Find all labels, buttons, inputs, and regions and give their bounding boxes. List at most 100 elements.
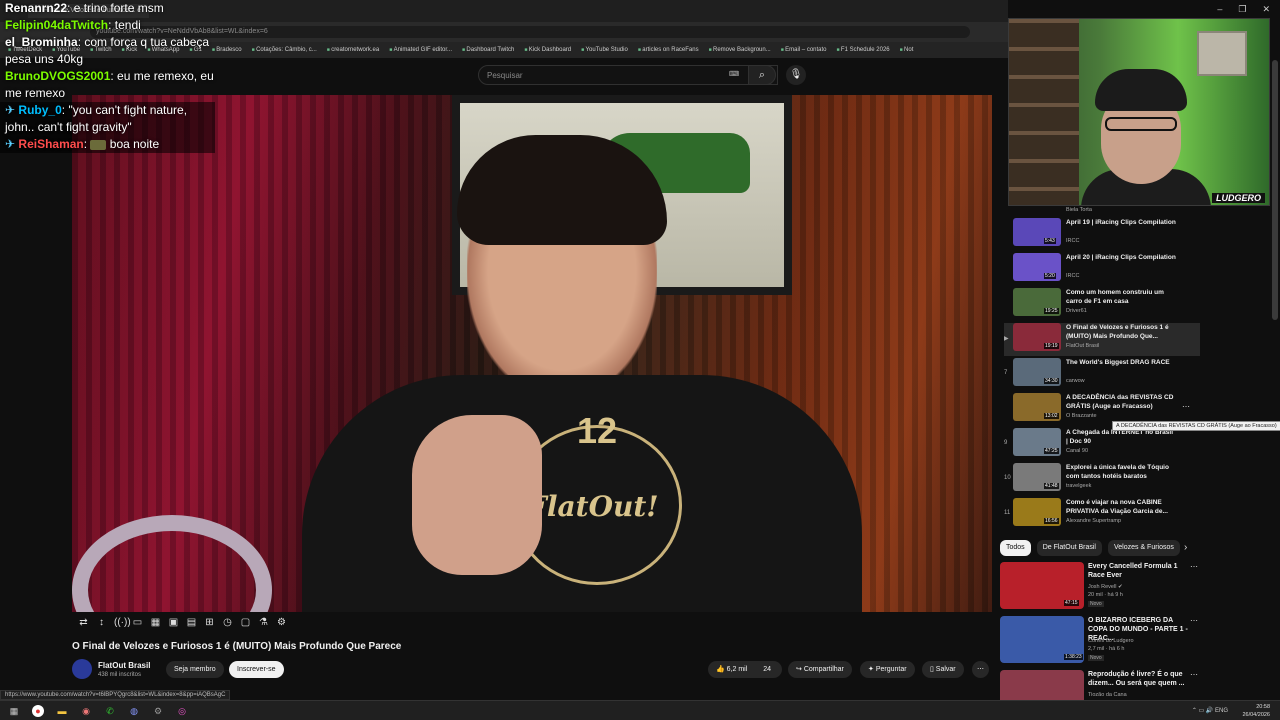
recommendation-item[interactable]: 47:15 Every Cancelled Formula 1 Race Ever… [1000, 562, 1210, 612]
filter-chip[interactable]: De FlatOut Brasil [1036, 540, 1102, 556]
recommendation-title[interactable]: Every Cancelled Formula 1 Race Ever [1088, 562, 1188, 580]
channel-avatar[interactable] [72, 659, 92, 679]
whatsapp-icon[interactable]: ✆ [104, 705, 116, 717]
maximize-icon[interactable]: ❐ [1238, 4, 1246, 15]
bookmark-item[interactable]: creatornetwork.ea [327, 47, 379, 53]
playlist-item[interactable]: 11 16:56 Como é viajar na nova CABINE PRIV… [1004, 498, 1200, 530]
playlist-item[interactable]: ▶ 19:19 O Final de Velozes e Furiosos 1 é … [1004, 323, 1200, 356]
settings-icon[interactable]: ⚙ [152, 705, 164, 717]
recommendation-channel[interactable]: Cortes do Ludgero [1088, 638, 1134, 644]
channel-name[interactable]: FlatOut Brasil [98, 661, 150, 670]
playlist-item-title[interactable]: O Final de Velozes e Furiosos 1 é (MUITO… [1066, 323, 1176, 341]
playlist-item-title[interactable]: A DECADÊNCIA das REVISTAS CD GRÁTIS (Aug… [1066, 393, 1176, 411]
video-duration: 5:20 [1044, 273, 1056, 279]
mic-icon: 🎙 [789, 69, 803, 80]
discord-icon[interactable]: ◍ [128, 705, 140, 717]
video-title: O Final de Velozes e Furiosos 1 é (MUITO… [72, 641, 402, 652]
streamer-tag: LUDGERO [1212, 193, 1265, 203]
chat-badge-icon: ✈ [5, 103, 16, 117]
page-scrollbar[interactable] [1272, 60, 1278, 320]
player-control-icon[interactable]: ◷ [222, 617, 233, 628]
share-button[interactable]: ↪ Compartilhar [788, 661, 852, 678]
chat-username: Ruby_0 [18, 103, 62, 117]
player-control-icon[interactable]: ⊞ [204, 617, 215, 628]
save-button[interactable]: ▯ Salvar [922, 661, 964, 678]
playlist-item-title[interactable]: Explorei a única favela de Tóquio com ta… [1066, 463, 1176, 481]
player-control-icon[interactable]: ▢ [240, 617, 251, 628]
player-control-icon[interactable]: ((·)) [114, 617, 131, 628]
minimize-icon[interactable]: – [1217, 4, 1222, 15]
bookmark-item[interactable]: Not [900, 47, 913, 53]
player-control-icon[interactable]: ↕ [96, 617, 107, 628]
chrome-icon[interactable]: ● [32, 705, 44, 717]
player-control-icon[interactable]: ⇄ [78, 617, 89, 628]
video-duration: 47:15 [1064, 600, 1079, 606]
playlist-item-title[interactable]: Como é viajar na nova CABINE PRIVATIVA d… [1066, 498, 1176, 516]
more-icon[interactable]: ⋯ [1190, 562, 1198, 571]
video-player[interactable]: 12 FlatOut! [72, 95, 992, 612]
shirt-text: FlatOut! [527, 490, 659, 523]
recommendation-item[interactable]: 1:38:23 O BIZARRO ICEBERG DA COPA DO MUND… [1000, 616, 1210, 666]
recommendation-title[interactable]: Reprodução é livre? É o que dizem... Ou … [1088, 670, 1188, 688]
system-tray[interactable]: ⌃ ▭ 🔊 ENG [1192, 707, 1228, 714]
filter-chip[interactable]: Todos [1000, 540, 1031, 556]
player-control-icon[interactable]: ▭ [132, 617, 143, 628]
bookmark-item[interactable]: YouTube Studio [581, 47, 628, 53]
webcam-overlay: LUDGERO [1008, 18, 1270, 206]
bookmark-item[interactable]: Kick Dashboard [524, 47, 571, 53]
recommendation-channel[interactable]: Josh Revell ✔ [1088, 584, 1123, 590]
chevron-right-icon[interactable]: › [1184, 542, 1187, 553]
search-button[interactable]: ⌕ [748, 65, 776, 85]
join-button[interactable]: Seja membro [166, 661, 224, 678]
more-actions-button[interactable]: ⋯ [972, 661, 989, 678]
playlist-item[interactable]: 10 41:48 Explorei a única favela de Tóquio… [1004, 463, 1200, 496]
app-icon[interactable]: ◉ [80, 705, 92, 717]
close-icon[interactable]: ✕ [1262, 4, 1270, 15]
player-controls: ⇄ ↕ ((·)) ▭ ▦ ▣ ▤ ⊞ ◷ ▢ ⚗ ⚙ [78, 617, 287, 628]
bookmark-item[interactable]: Bradesco [212, 47, 241, 53]
playlist-item-title[interactable]: Como um homem construiu um carro de F1 e… [1066, 288, 1176, 306]
like-icon[interactable]: 👍 [716, 666, 725, 673]
voice-search-button[interactable]: 🎙 [786, 65, 806, 85]
bookmark-item[interactable]: Email – contato [781, 47, 826, 53]
playlist-item-title[interactable]: The World's Biggest DRAG RACE [1066, 358, 1176, 367]
player-control-icon[interactable]: ⚗ [258, 617, 269, 628]
recommendation-channel[interactable]: Tiozão da Cana [1088, 692, 1127, 698]
playlist-item-title[interactable]: April 19 | iRacing Clips Compilation [1066, 218, 1176, 227]
playlist-item[interactable]: 7 34:30 The World's Biggest DRAG RACE carwo… [1004, 358, 1200, 391]
bookmark-item[interactable]: F1 Schedule 2026 [837, 47, 890, 53]
url-field[interactable]: youtube.com/watch?v=NeNddVbAb8&list=WL&i… [90, 26, 970, 38]
folder-icon[interactable]: ▬ [56, 705, 68, 717]
filter-chip[interactable]: Velozes & Furiosos [1107, 540, 1180, 556]
keyboard-icon[interactable]: ⌨ [729, 70, 739, 78]
filter-chips: Todos De FlatOut Brasil Velozes & Furiosos [1000, 540, 1180, 556]
playlist-item[interactable]: 19:25 Como um homem construiu um carro de… [1004, 288, 1200, 321]
video-duration: 19:19 [1044, 343, 1059, 349]
player-control-icon[interactable]: ▣ [168, 617, 179, 628]
obs-icon[interactable]: ◎ [176, 705, 188, 717]
more-icon[interactable]: ⋯ [1190, 670, 1198, 679]
bookmark-item[interactable]: Cotações: Câmbio, c... [252, 47, 317, 53]
playlist-item-title[interactable]: April 20 | iRacing Clips Compilation [1066, 253, 1176, 262]
bookmark-item[interactable]: Remove Backgroun... [709, 47, 771, 53]
playlist-item-partial[interactable]: Biela Torta [1004, 206, 1200, 216]
player-control-icon[interactable]: ⚙ [276, 617, 287, 628]
player-control-icon[interactable]: ▦ [150, 617, 161, 628]
like-count[interactable]: 6,2 mil [727, 666, 748, 673]
bookmark-item[interactable]: articles on RaceFans [638, 47, 698, 53]
playlist-item-channel: carwow [1066, 378, 1085, 384]
ask-button[interactable]: ✦ Perguntar [860, 661, 915, 678]
more-icon[interactable]: ⋯ [1190, 616, 1198, 625]
playlist-item[interactable]: 5:20 April 20 | iRacing Clips Compilation… [1004, 253, 1200, 286]
playlist-item-menu[interactable]: ⋯ [1182, 402, 1190, 411]
bookmark-item[interactable]: Animated GIF editor... [389, 47, 452, 53]
subscribe-button[interactable]: Inscrever-se [229, 661, 284, 678]
playlist-item[interactable]: 5:43 April 19 | iRacing Clips Compilation… [1004, 218, 1200, 251]
bookmark-item[interactable]: Dashboard Twitch [462, 47, 514, 53]
clock[interactable]: 20:58 26/04/2026 [1242, 703, 1270, 719]
playlist-item[interactable]: 9 47:25 A Chegada da INTERNET no Brasil | … [1004, 428, 1200, 461]
comment-count[interactable]: 24 [763, 666, 771, 673]
start-icon[interactable]: ▦ [8, 705, 20, 717]
video-duration: 19:25 [1044, 308, 1059, 314]
player-control-icon[interactable]: ▤ [186, 617, 197, 628]
